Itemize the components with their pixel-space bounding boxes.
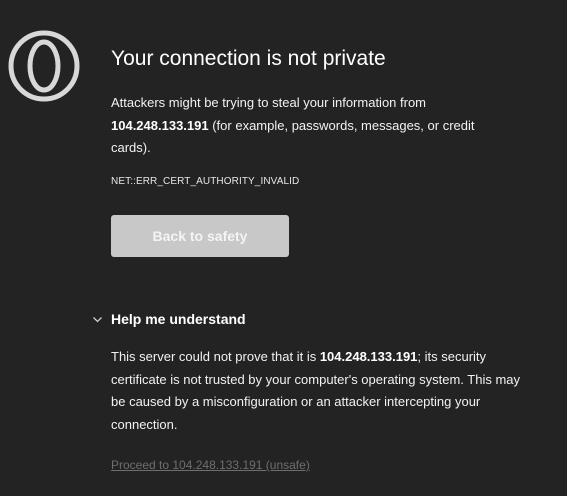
interstitial-page: Your connection is not private Attackers…: [0, 0, 567, 496]
details-host: 104.248.133.191: [319, 349, 418, 364]
warning-description: Attackers might be trying to steal your …: [111, 92, 511, 160]
warning-description-text: Attackers might be trying to steal your …: [111, 95, 427, 110]
page-title: Your connection is not private: [111, 47, 386, 70]
opera-gx-logo-icon: [8, 30, 80, 102]
help-me-understand-label: Help me understand: [111, 311, 246, 327]
back-to-safety-button[interactable]: Back to safety: [111, 215, 289, 257]
warning-host: 104.248.133.191: [111, 117, 209, 133]
details-text: This server could not prove that it is 1…: [111, 346, 531, 436]
proceed-unsafe-link[interactable]: Proceed to 104.248.133.191 (unsafe): [111, 458, 310, 472]
chevron-down-icon: [93, 316, 102, 322]
details-text-start: This server could not prove that it is: [111, 349, 320, 364]
error-code: NET::ERR_CERT_AUTHORITY_INVALID: [111, 176, 300, 187]
help-me-understand-toggle[interactable]: Help me understand: [92, 308, 246, 330]
